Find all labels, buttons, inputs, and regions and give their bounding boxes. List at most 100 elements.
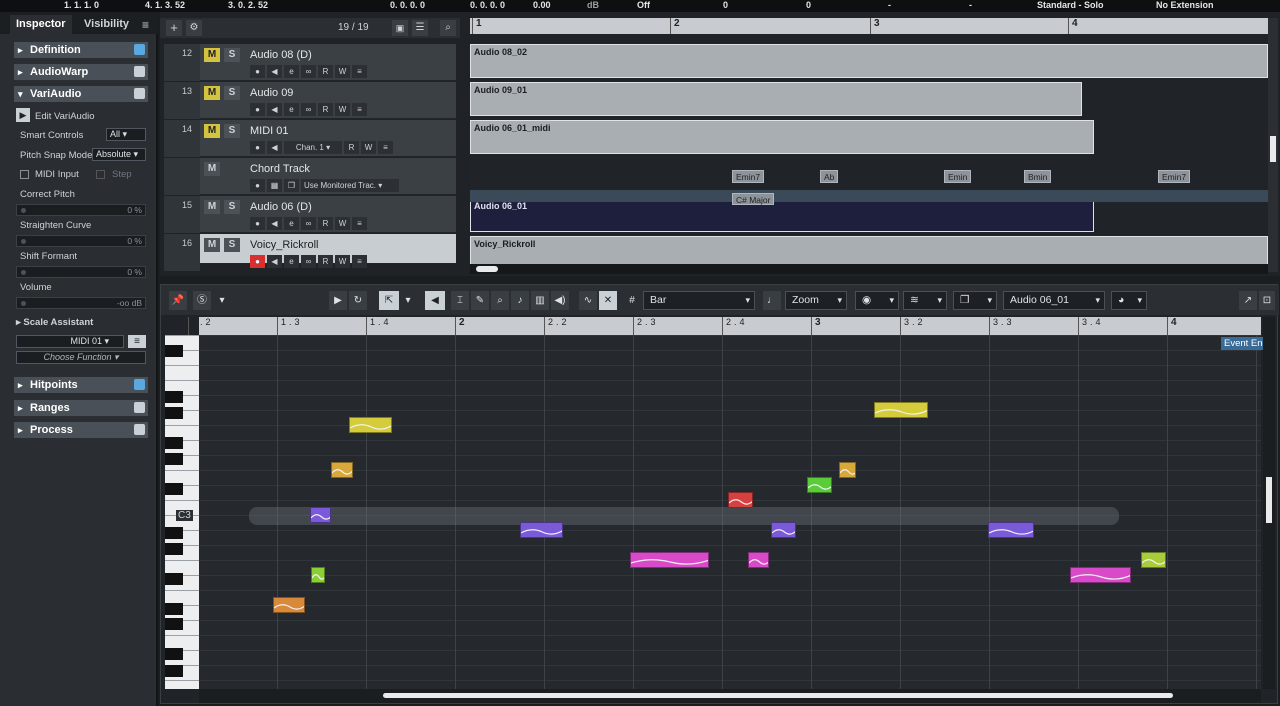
- solo-button[interactable]: S: [224, 86, 240, 100]
- transport-pos2[interactable]: 4. 1. 3. 52: [145, 0, 185, 11]
- solo-button[interactable]: S: [224, 238, 240, 252]
- record-icon[interactable]: ●: [250, 179, 265, 192]
- pitch-segment[interactable]: [310, 567, 327, 583]
- transport-ext[interactable]: No Extension: [1156, 0, 1214, 11]
- editor-hscroll-thumb[interactable]: [383, 693, 1173, 698]
- pitch-segment[interactable]: [272, 597, 307, 613]
- monitor-icon[interactable]: ◀: [267, 65, 282, 78]
- search-icon[interactable]: ⌕: [440, 20, 456, 36]
- read-button[interactable]: R: [318, 65, 333, 78]
- arrange-event[interactable]: Audio 09_01: [470, 82, 1082, 116]
- record-icon[interactable]: ●: [250, 65, 265, 78]
- track-name[interactable]: MIDI 01: [250, 125, 289, 137]
- arrange-event[interactable]: Audio 06_01: [470, 198, 1094, 232]
- volume-slider[interactable]: -oo dB: [16, 297, 146, 309]
- transport-pos3[interactable]: 3. 0. 2. 52: [228, 0, 268, 11]
- transport-db[interactable]: 0.00: [533, 0, 551, 11]
- arrange-event[interactable]: Audio 08_02: [470, 44, 1268, 78]
- track-row-5[interactable]: 16 M S Voicy_Rickroll ● ◀ e ∞ R W ≡: [164, 234, 456, 271]
- write-button[interactable]: W: [361, 141, 376, 154]
- window-select[interactable]: ❐: [953, 291, 997, 310]
- project-hscroll-thumb[interactable]: [476, 266, 498, 272]
- record-icon[interactable]: ●: [250, 103, 265, 116]
- pitch-segment[interactable]: [309, 507, 333, 523]
- track-menu-icon[interactable]: ≡: [352, 217, 367, 230]
- zoom-tool-icon[interactable]: ⌕: [491, 291, 509, 310]
- scale-assistant-label[interactable]: ▸ Scale Assistant: [16, 317, 93, 328]
- track-name[interactable]: Audio 08 (D): [250, 49, 312, 61]
- solo-editor-icon[interactable]: Ⓢ: [193, 291, 211, 310]
- tab-visibility[interactable]: Visibility: [78, 15, 135, 34]
- object-select-icon[interactable]: ⇱: [379, 291, 399, 310]
- monitor-icon[interactable]: ◀: [267, 103, 282, 116]
- open-window-icon[interactable]: ↗: [1239, 291, 1257, 310]
- read-button[interactable]: R: [318, 255, 333, 268]
- scale-lines-icon[interactable]: ≡: [128, 335, 146, 348]
- project-hscroll[interactable]: [470, 264, 1268, 274]
- track-row-4[interactable]: 15 M S Audio 06 (D) ● ◀ e ∞ R W ≡: [164, 196, 456, 233]
- editor-hscroll[interactable]: [199, 689, 1261, 703]
- pitch-snap-select[interactable]: Absolute ▾: [92, 148, 146, 161]
- loop-icon[interactable]: ↻: [349, 291, 367, 310]
- read-button[interactable]: R: [318, 103, 333, 116]
- scale-source-select[interactable]: MIDI 01 ▾: [16, 335, 124, 348]
- range-icon[interactable]: ⌶: [451, 291, 469, 310]
- smart-controls-select[interactable]: All ▾: [106, 128, 146, 141]
- tab-inspector[interactable]: Inspector: [10, 15, 72, 34]
- section-ranges[interactable]: Ranges: [14, 400, 148, 416]
- section-variaudio[interactable]: VariAudio: [14, 86, 148, 102]
- track-name[interactable]: Audio 09: [250, 87, 293, 99]
- black-key[interactable]: [165, 618, 183, 630]
- link-icon[interactable]: ∞: [301, 103, 316, 116]
- black-key[interactable]: [165, 648, 183, 660]
- read-button[interactable]: R: [318, 217, 333, 230]
- black-key[interactable]: [165, 573, 183, 585]
- monitor-icon[interactable]: ◀: [267, 141, 282, 154]
- pitch-segment[interactable]: [1070, 567, 1132, 583]
- chord-event[interactable]: Ab: [820, 170, 839, 183]
- pitch-segment[interactable]: [838, 462, 858, 478]
- record-icon[interactable]: ●: [250, 217, 265, 230]
- correct-pitch-slider[interactable]: 0 %: [16, 204, 146, 216]
- edit-icon[interactable]: e: [284, 103, 299, 116]
- solo-button[interactable]: S: [224, 200, 240, 214]
- mute-button[interactable]: M: [204, 86, 220, 100]
- track-menu-icon[interactable]: ≡: [352, 103, 367, 116]
- track-menu-icon[interactable]: ≡: [352, 255, 367, 268]
- pitch-segment[interactable]: [1141, 552, 1168, 568]
- menu-icon[interactable]: ≡: [142, 18, 149, 32]
- visibility-select[interactable]: ◉: [855, 291, 899, 310]
- edit-variaudio-label[interactable]: Edit VariAudio: [35, 111, 95, 122]
- link-icon[interactable]: ∞: [301, 217, 316, 230]
- transport-mode[interactable]: Standard - Solo: [1037, 0, 1104, 11]
- black-key[interactable]: [165, 407, 183, 419]
- play-icon[interactable]: ▶: [329, 291, 347, 310]
- pitch-segment[interactable]: [988, 522, 1036, 538]
- step-checkbox[interactable]: [96, 170, 105, 179]
- transport-pos5[interactable]: 0. 0. 0. 0: [470, 0, 505, 11]
- layers-select[interactable]: ≋: [903, 291, 947, 310]
- chord-event[interactable]: Emin7: [1158, 170, 1191, 183]
- track-name[interactable]: Chord Track: [250, 163, 310, 175]
- chord-event[interactable]: Emin7: [732, 170, 765, 183]
- read-button[interactable]: R: [344, 141, 359, 154]
- add-track-icon[interactable]: +: [166, 20, 182, 36]
- straighten-curve-slider[interactable]: 0 %: [16, 235, 146, 247]
- mute-button[interactable]: M: [204, 238, 220, 252]
- snap-icon[interactable]: ✕: [599, 291, 617, 310]
- black-key[interactable]: [165, 437, 183, 449]
- edit-icon[interactable]: e: [284, 217, 299, 230]
- note-icon[interactable]: ♩: [763, 291, 781, 310]
- black-key[interactable]: [165, 453, 183, 465]
- chord-assist-icon[interactable]: ❐: [284, 179, 299, 192]
- write-button[interactable]: W: [335, 217, 350, 230]
- add-track-options-icon[interactable]: ⚙: [186, 20, 202, 36]
- write-button[interactable]: W: [335, 255, 350, 268]
- monitor-icon[interactable]: ◀: [267, 217, 282, 230]
- list-icon[interactable]: ☰: [412, 20, 428, 36]
- record-icon[interactable]: ●: [250, 255, 265, 268]
- scale-event[interactable]: C# Major: [732, 193, 775, 205]
- curve-icon[interactable]: ∿: [579, 291, 597, 310]
- editor-ruler[interactable]: 1.2 1.3 1.4 2 2.2 2.3 2.4 3 3.2 3.3 3.4 4: [188, 317, 1261, 335]
- audition-icon[interactable]: ◀): [551, 291, 569, 310]
